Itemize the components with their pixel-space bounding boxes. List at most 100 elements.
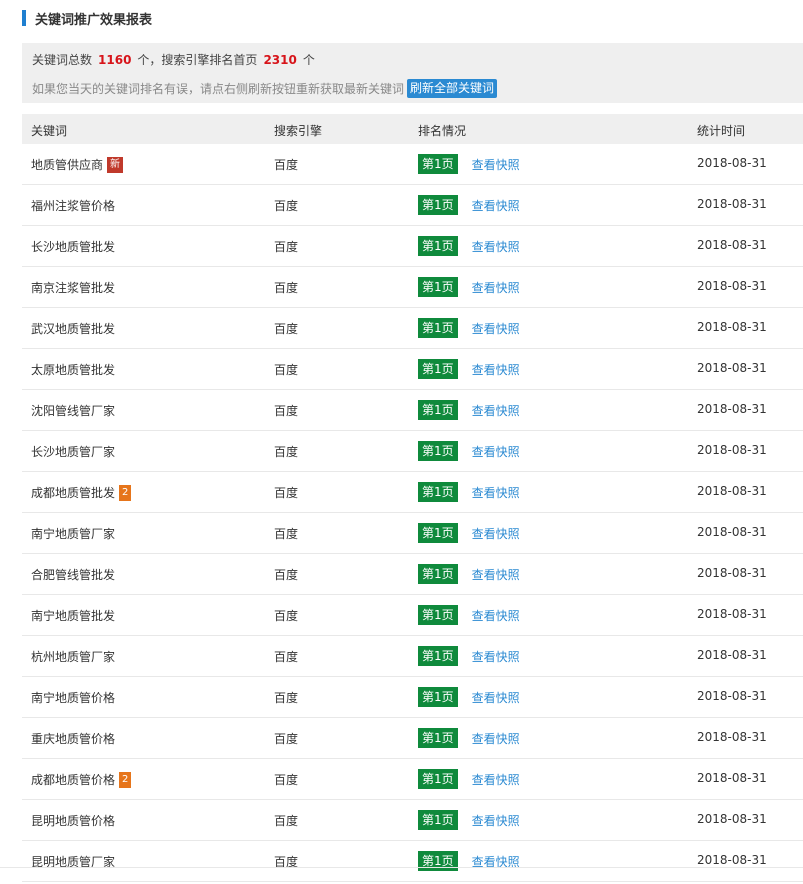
rank-page-badge: 第1页: [418, 441, 458, 461]
view-snapshot-link[interactable]: 查看快照: [472, 279, 520, 296]
title-accent-bar: [22, 10, 26, 26]
rank-cell: 第1页 查看快照: [418, 154, 520, 174]
rank-page-badge: 第1页: [418, 646, 458, 666]
count-badge: 2: [119, 484, 132, 501]
keyword-cell: 长沙地质管批发: [31, 238, 115, 255]
engine-cell: 百度: [274, 773, 299, 787]
table-row: 南宁地质管批发 百度 第1页 查看快照 2018-08-31: [22, 595, 803, 636]
engine-cell: 百度: [274, 322, 299, 336]
engine-cell: 百度: [274, 527, 299, 541]
date-cell: 2018-08-31: [697, 402, 767, 416]
engine-cell: 百度: [274, 240, 299, 254]
new-badge: 新: [107, 156, 124, 173]
rank-cell: 第1页 查看快照: [418, 277, 520, 297]
rank-cell: 第1页 查看快照: [418, 482, 520, 502]
keyword-text: 杭州地质管厂家: [31, 650, 116, 664]
keyword-cell: 长沙地质管厂家: [31, 443, 115, 460]
table-row: 成都地质管价格 2 百度 第1页 查看快照 2018-08-31: [22, 759, 803, 800]
table-row: 地质管供应商新 百度 第1页 查看快照 2018-08-31: [22, 144, 803, 185]
view-snapshot-link[interactable]: 查看快照: [472, 771, 520, 788]
date-cell: 2018-08-31: [697, 566, 767, 580]
col-engine: 搜索引擎: [274, 124, 323, 138]
table-row: 昆明地质管价格 百度 第1页 查看快照 2018-08-31: [22, 800, 803, 841]
table-row: 南宁地质管价格 百度 第1页 查看快照 2018-08-31: [22, 677, 803, 718]
keyword-cell: 南宁地质管厂家: [31, 525, 115, 542]
table-row: 武汉地质管批发 百度 第1页 查看快照 2018-08-31: [22, 308, 803, 349]
engine-cell: 百度: [274, 568, 299, 582]
keyword-cell: 地质管供应商新: [31, 156, 124, 173]
date-cell: 2018-08-31: [697, 156, 767, 170]
rank-cell: 第1页 查看快照: [418, 318, 520, 338]
date-cell: 2018-08-31: [697, 443, 767, 457]
date-cell: 2018-08-31: [697, 771, 767, 785]
engine-cell: 百度: [274, 445, 299, 459]
date-cell: 2018-08-31: [697, 689, 767, 703]
keyword-cell: 昆明地质管价格: [31, 812, 115, 829]
view-snapshot-link[interactable]: 查看快照: [472, 156, 520, 173]
first-page-label: 个，搜索引擎排名首页: [137, 53, 258, 67]
date-cell: 2018-08-31: [697, 484, 767, 498]
view-snapshot-link[interactable]: 查看快照: [472, 361, 520, 378]
keyword-text: 成都地质管批发: [31, 486, 116, 500]
rank-cell: 第1页 查看快照: [418, 564, 520, 584]
keyword-text: 重庆地质管价格: [31, 732, 116, 746]
view-snapshot-link[interactable]: 查看快照: [472, 730, 520, 747]
rank-cell: 第1页 查看快照: [418, 523, 520, 543]
date-cell: 2018-08-31: [697, 320, 767, 334]
view-snapshot-link[interactable]: 查看快照: [472, 648, 520, 665]
keyword-cell: 南宁地质管批发: [31, 607, 115, 624]
engine-cell: 百度: [274, 814, 299, 828]
keyword-text: 太原地质管批发: [31, 363, 116, 377]
view-snapshot-link[interactable]: 查看快照: [472, 607, 520, 624]
view-snapshot-link[interactable]: 查看快照: [472, 320, 520, 337]
col-keyword: 关键词: [31, 124, 68, 138]
table-row: 长沙地质管厂家 百度 第1页 查看快照 2018-08-31: [22, 431, 803, 472]
date-cell: 2018-08-31: [697, 238, 767, 252]
keyword-cell: 武汉地质管批发: [31, 320, 115, 337]
keyword-table: 关键词 搜索引擎 排名情况 统计时间 地质管供应商新 百度 第1页 查看快照 2…: [22, 114, 803, 882]
rank-page-badge: 第1页: [418, 359, 458, 379]
rank-cell: 第1页 查看快照: [418, 851, 520, 871]
engine-cell: 百度: [274, 281, 299, 295]
refresh-all-keywords-button[interactable]: 刷新全部关键词: [407, 79, 498, 98]
view-snapshot-link[interactable]: 查看快照: [472, 197, 520, 214]
view-snapshot-link[interactable]: 查看快照: [472, 238, 520, 255]
first-page-count: 2310: [263, 53, 297, 67]
view-snapshot-link[interactable]: 查看快照: [472, 812, 520, 829]
keyword-cell: 成都地质管价格 2: [31, 771, 132, 788]
date-cell: 2018-08-31: [697, 279, 767, 293]
engine-cell: 百度: [274, 650, 299, 664]
view-snapshot-link[interactable]: 查看快照: [472, 484, 520, 501]
rank-cell: 第1页 查看快照: [418, 646, 520, 666]
engine-cell: 百度: [274, 691, 299, 705]
keyword-text: 福州注浆管价格: [31, 199, 116, 213]
keyword-text: 成都地质管价格: [31, 773, 116, 787]
view-snapshot-link[interactable]: 查看快照: [472, 443, 520, 460]
keyword-text: 地质管供应商: [31, 158, 104, 172]
rank-cell: 第1页 查看快照: [418, 810, 520, 830]
view-snapshot-link[interactable]: 查看快照: [472, 525, 520, 542]
date-cell: 2018-08-31: [697, 607, 767, 621]
view-snapshot-link[interactable]: 查看快照: [472, 402, 520, 419]
rank-cell: 第1页 查看快照: [418, 769, 520, 789]
table-row: 南京注浆管批发 百度 第1页 查看快照 2018-08-31: [22, 267, 803, 308]
rank-cell: 第1页 查看快照: [418, 441, 520, 461]
keyword-text: 长沙地质管厂家: [31, 445, 116, 459]
table-row: 沈阳管线管厂家 百度 第1页 查看快照 2018-08-31: [22, 390, 803, 431]
engine-cell: 百度: [274, 732, 299, 746]
rank-page-badge: 第1页: [418, 687, 458, 707]
rank-cell: 第1页 查看快照: [418, 728, 520, 748]
total-label: 关键词总数: [32, 53, 93, 67]
rank-page-badge: 第1页: [418, 523, 458, 543]
count-suffix: 个: [302, 53, 315, 67]
view-snapshot-link[interactable]: 查看快照: [472, 566, 520, 583]
col-rank: 排名情况: [418, 124, 467, 138]
rank-cell: 第1页 查看快照: [418, 400, 520, 420]
rank-page-badge: 第1页: [418, 810, 458, 830]
view-snapshot-link[interactable]: 查看快照: [472, 689, 520, 706]
engine-cell: 百度: [274, 609, 299, 623]
bottom-divider: [0, 867, 803, 868]
rank-cell: 第1页 查看快照: [418, 605, 520, 625]
rank-page-badge: 第1页: [418, 728, 458, 748]
date-cell: 2018-08-31: [697, 525, 767, 539]
